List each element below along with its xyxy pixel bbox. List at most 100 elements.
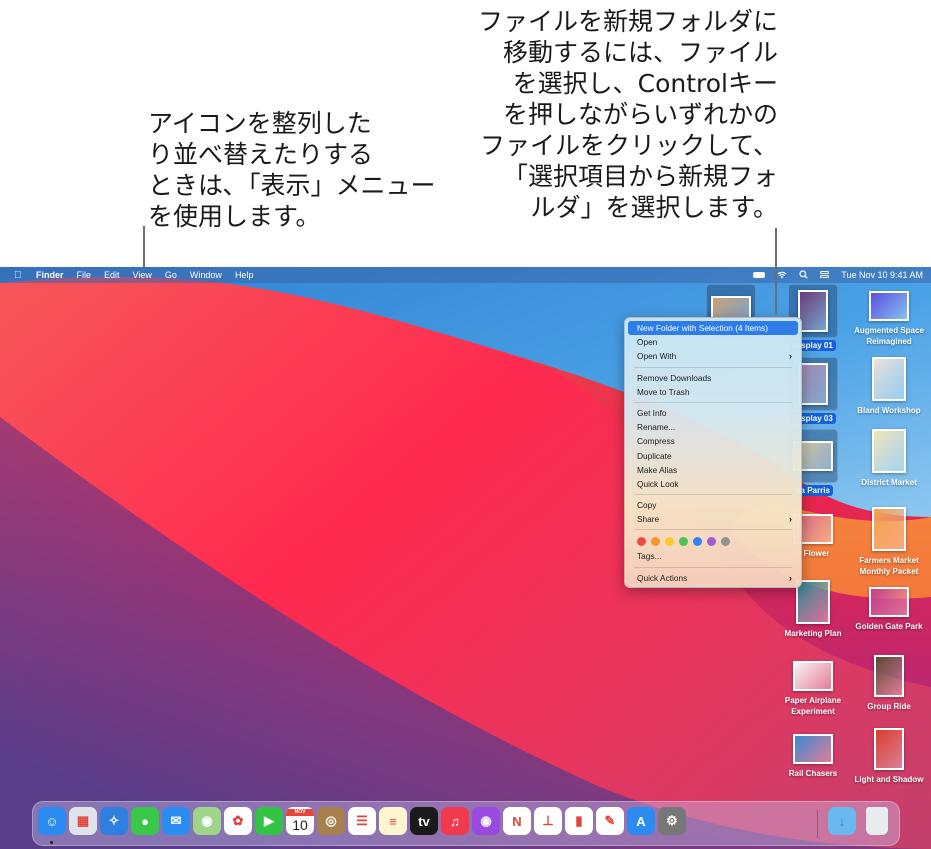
file-name-label: Marketing Plan — [784, 629, 842, 638]
app-glyph: ◎ — [325, 813, 337, 828]
menu-item-label: Rename... — [637, 422, 676, 433]
tag-purple-icon[interactable] — [707, 536, 716, 546]
menu-item-label: Open — [637, 337, 658, 348]
numbers-icon[interactable]: ▮ — [565, 807, 593, 835]
apple-tv-icon[interactable]: tv — [410, 807, 438, 835]
menu-item-quick-actions[interactable]: Quick Actions › — [628, 571, 798, 585]
file-thumbnail — [869, 587, 909, 617]
desktop-file-icon[interactable]: Golden Gate Park — [851, 580, 927, 632]
music-icon[interactable]: ♫ — [441, 807, 469, 835]
pages-icon[interactable]: ✎ — [596, 807, 624, 835]
news-icon[interactable]: N — [503, 807, 531, 835]
file-name-label: Paper Airplane Experiment — [784, 696, 842, 716]
menu-item-label: Remove Downloads — [637, 372, 712, 383]
app-glyph: ◉ — [480, 813, 492, 828]
app-glyph: N — [512, 813, 522, 829]
app-glyph: ⚙ — [666, 813, 678, 828]
calendar-icon[interactable]: NOV 10 — [286, 807, 314, 835]
menu-item-get-info[interactable]: Get Info — [628, 406, 798, 420]
facetime-icon[interactable]: ▶ — [255, 807, 283, 835]
menu-finder[interactable]: Finder — [36, 270, 64, 280]
maps-icon[interactable]: ◉ — [193, 807, 221, 835]
menu-item-tags[interactable]: Tags... — [628, 549, 798, 563]
menu-item-copy[interactable]: Copy — [628, 498, 798, 512]
app-glyph: ▮ — [575, 813, 583, 828]
menu-item-rename[interactable]: Rename... — [628, 420, 798, 434]
callout-leader-line — [143, 226, 145, 268]
contacts-icon[interactable]: ◎ — [317, 807, 345, 835]
menu-item-remove-downloads[interactable]: Remove Downloads — [628, 371, 798, 385]
callout-view-menu: アイコンを整列した り並べ替えたりする ときは､「表示」メニュー を使用します。 — [148, 109, 436, 231]
menu-item-quick-look[interactable]: Quick Look — [628, 477, 798, 491]
apple-icon[interactable]:  — [14, 270, 24, 281]
desktop-file-icon[interactable]: Marketing Plan — [775, 580, 851, 639]
menu-view[interactable]: View — [133, 270, 152, 280]
keynote-icon[interactable]: ⊥ — [534, 807, 562, 835]
menu-help[interactable]: Help — [235, 270, 254, 280]
app-glyph: tv — [418, 813, 430, 829]
desktop-file-icon[interactable]: Bland Workshop — [851, 357, 927, 416]
desktop-file-icon[interactable]: Rail Chasers — [775, 727, 851, 779]
menu-item-share[interactable]: Share › — [628, 512, 798, 526]
menu-item-duplicate[interactable]: Duplicate — [628, 449, 798, 463]
menu-item-label: New Folder with Selection (4 Items) — [637, 323, 768, 333]
desktop-file-icon[interactable]: Farmers Market Monthly Packet — [851, 507, 927, 577]
menu-item-new-folder-with-selection[interactable]: New Folder with Selection (4 Items) — [628, 321, 798, 336]
menu-file[interactable]: File — [77, 270, 92, 280]
reminders-icon[interactable]: ☰ — [348, 807, 376, 835]
tag-green-icon[interactable] — [679, 536, 688, 546]
menu-item-label: Make Alias — [637, 464, 678, 475]
file-name-label: Augmented Space Reimagined — [854, 326, 924, 346]
menu-go[interactable]: Go — [165, 270, 177, 280]
dock: ☺ ▦ ✧ ● ✉ ◉ ✿ ▶ NOV 10 ◎ ☰ ≡ tv ♫ ◉ N ⊥ ▮ ✎ A ⚙ ↓ — [32, 801, 900, 846]
wifi-icon[interactable] — [777, 270, 787, 281]
file-name-label: Light and Shadow — [854, 775, 924, 784]
safari-icon[interactable]: ✧ — [100, 807, 128, 835]
messages-icon[interactable]: ● — [131, 807, 159, 835]
tag-red-icon[interactable] — [637, 536, 646, 546]
file-name-label: Rail Chasers — [788, 769, 838, 778]
menu-item-make-alias[interactable]: Make Alias — [628, 463, 798, 477]
menu-item-label: Open With — [637, 351, 677, 362]
launchpad-icon[interactable]: ▦ — [69, 807, 97, 835]
podcasts-icon[interactable]: ◉ — [472, 807, 500, 835]
system-preferences-icon[interactable]: ⚙ — [658, 807, 686, 835]
tag-blue-icon[interactable] — [693, 536, 702, 546]
desktop-file-icon[interactable]: Light and Shadow — [851, 727, 927, 785]
app-glyph: ↓ — [838, 813, 846, 829]
photos-icon[interactable]: ✿ — [224, 807, 252, 835]
file-name-label: Group Ride — [867, 702, 911, 711]
menu-item-open[interactable]: Open — [628, 335, 798, 349]
chevron-right-icon: › — [789, 572, 792, 583]
menu-item-move-to-trash[interactable]: Move to Trash — [628, 385, 798, 399]
app-store-icon[interactable]: A — [627, 807, 655, 835]
tag-gray-icon[interactable] — [721, 536, 730, 546]
desktop-file-icon[interactable]: Group Ride — [851, 654, 927, 712]
control-center-icon[interactable] — [820, 270, 830, 280]
battery-icon[interactable] — [753, 272, 766, 278]
file-name-label: Golden Gate Park — [855, 622, 923, 631]
menu-separator — [634, 366, 792, 368]
trash-icon[interactable] — [866, 807, 888, 835]
menu-item-label: Tags... — [637, 551, 662, 562]
notes-icon[interactable]: ≡ — [379, 807, 407, 835]
desktop-file-icon[interactable]: District Market — [851, 429, 927, 488]
menubar-clock[interactable]: Tue Nov 10 9:41 AM — [841, 270, 923, 280]
menu-separator — [634, 566, 792, 568]
desktop-file-icon[interactable]: Paper Airplane Experiment — [775, 654, 851, 717]
tag-orange-icon[interactable] — [651, 536, 660, 546]
finder-icon[interactable]: ☺ — [38, 807, 66, 835]
menu-edit[interactable]: Edit — [104, 270, 120, 280]
menu-item-open-with[interactable]: Open With › — [628, 349, 798, 363]
tag-yellow-icon[interactable] — [665, 536, 674, 546]
spotlight-search-icon[interactable] — [799, 269, 809, 281]
menu-item-compress[interactable]: Compress — [628, 434, 798, 448]
menu-item-label: Quick Look — [637, 478, 679, 489]
mail-icon[interactable]: ✉ — [162, 807, 190, 835]
file-thumbnail — [798, 363, 828, 405]
callout-leader-line — [775, 228, 777, 314]
desktop-file-icon[interactable]: Augmented Space Reimagined — [851, 284, 927, 347]
file-thumbnail — [793, 734, 833, 764]
downloads-folder-icon[interactable]: ↓ — [828, 807, 856, 835]
menu-window[interactable]: Window — [190, 270, 222, 280]
